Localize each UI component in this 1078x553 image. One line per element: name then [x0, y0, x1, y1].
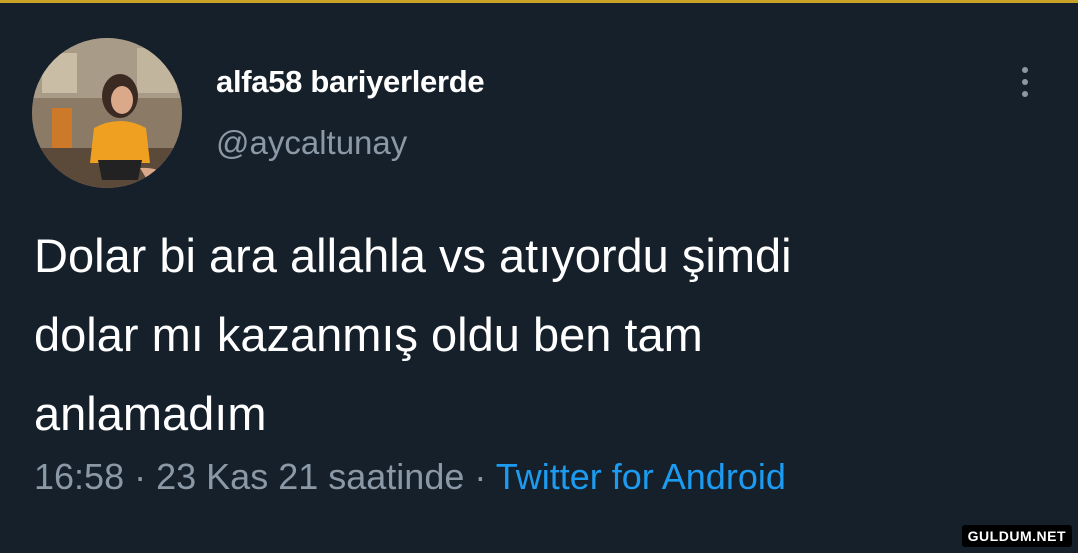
user-handle[interactable]: @aycaltunay: [216, 124, 407, 162]
more-vertical-icon[interactable]: [1008, 60, 1042, 104]
display-name[interactable]: alfa58 bariyerlerde: [216, 64, 485, 100]
watermark: GULDUM.NET: [961, 525, 1072, 547]
tweet-text: Dolar bi ara allahla vs atıyordu şimdi d…: [34, 216, 1044, 453]
more-dot: [1022, 67, 1028, 73]
top-border: [0, 0, 1078, 3]
meta-separator: ·: [474, 456, 487, 497]
meta-separator: ·: [134, 456, 147, 497]
more-dot: [1022, 91, 1028, 97]
tweet-date[interactable]: 23 Kas 21 saatinde: [156, 456, 464, 497]
tweet-text-line: dolar mı kazanmış oldu ben tam: [34, 308, 703, 361]
tweet-text-line: Dolar bi ara allahla vs atıyordu şimdi: [34, 229, 792, 282]
tweet-text-line: anlamadım: [34, 387, 267, 440]
avatar-image: [32, 38, 182, 188]
more-dot: [1022, 79, 1028, 85]
avatar[interactable]: [32, 38, 182, 188]
tweet-meta: 16:58 · 23 Kas 21 saatinde · Twitter for…: [34, 456, 786, 498]
tweet-source-link[interactable]: Twitter for Android: [496, 456, 786, 497]
tweet-time[interactable]: 16:58: [34, 456, 124, 497]
